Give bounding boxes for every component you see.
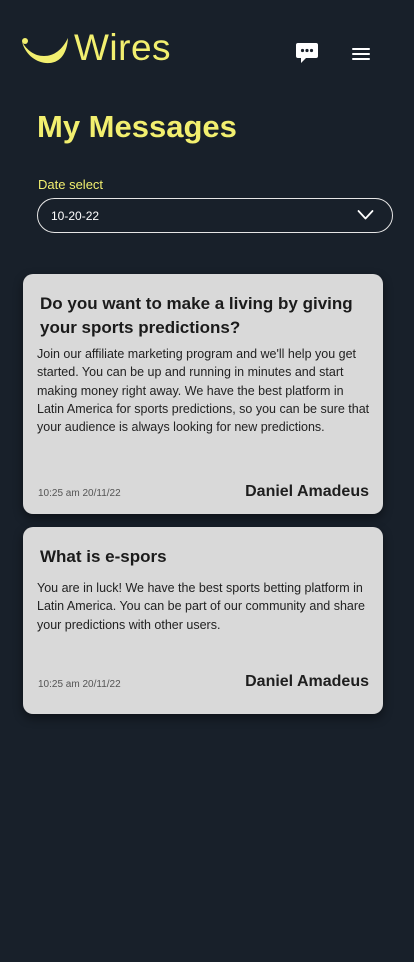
hamburger-menu-icon[interactable] <box>351 46 371 62</box>
message-title: What is e-spors <box>40 547 167 566</box>
message-card[interactable]: Do you want to make a living by giving y… <box>23 274 383 514</box>
date-select-dropdown[interactable]: 10-20-22 <box>37 198 393 233</box>
brand-name: Wires <box>74 27 172 68</box>
page-title: My Messages <box>37 109 237 144</box>
date-select-label: Date select <box>38 177 104 192</box>
chevron-down-icon <box>357 210 374 220</box>
message-title: Do you want to make a living by giving y… <box>40 294 353 337</box>
crescent-smile-logo-icon <box>22 38 68 64</box>
chat-bubble-icon[interactable] <box>295 41 319 65</box>
top-bar: Wires <box>0 0 414 100</box>
message-timestamp: 10:25 am 20/11/22 <box>38 488 121 499</box>
message-author: Daniel Amadeus <box>245 673 369 690</box>
message-author: Daniel Amadeus <box>245 483 369 500</box>
message-body: Join our affiliate marketing program and… <box>37 347 370 435</box>
date-select-value: 10-20-22 <box>51 209 100 223</box>
message-card[interactable]: What is e-spors You are in luck! We have… <box>23 527 383 714</box>
message-body: You are in luck! We have the best sports… <box>37 581 365 632</box>
message-timestamp: 10:25 am 20/11/22 <box>38 679 121 690</box>
brand-logo[interactable]: Wires <box>20 28 171 68</box>
